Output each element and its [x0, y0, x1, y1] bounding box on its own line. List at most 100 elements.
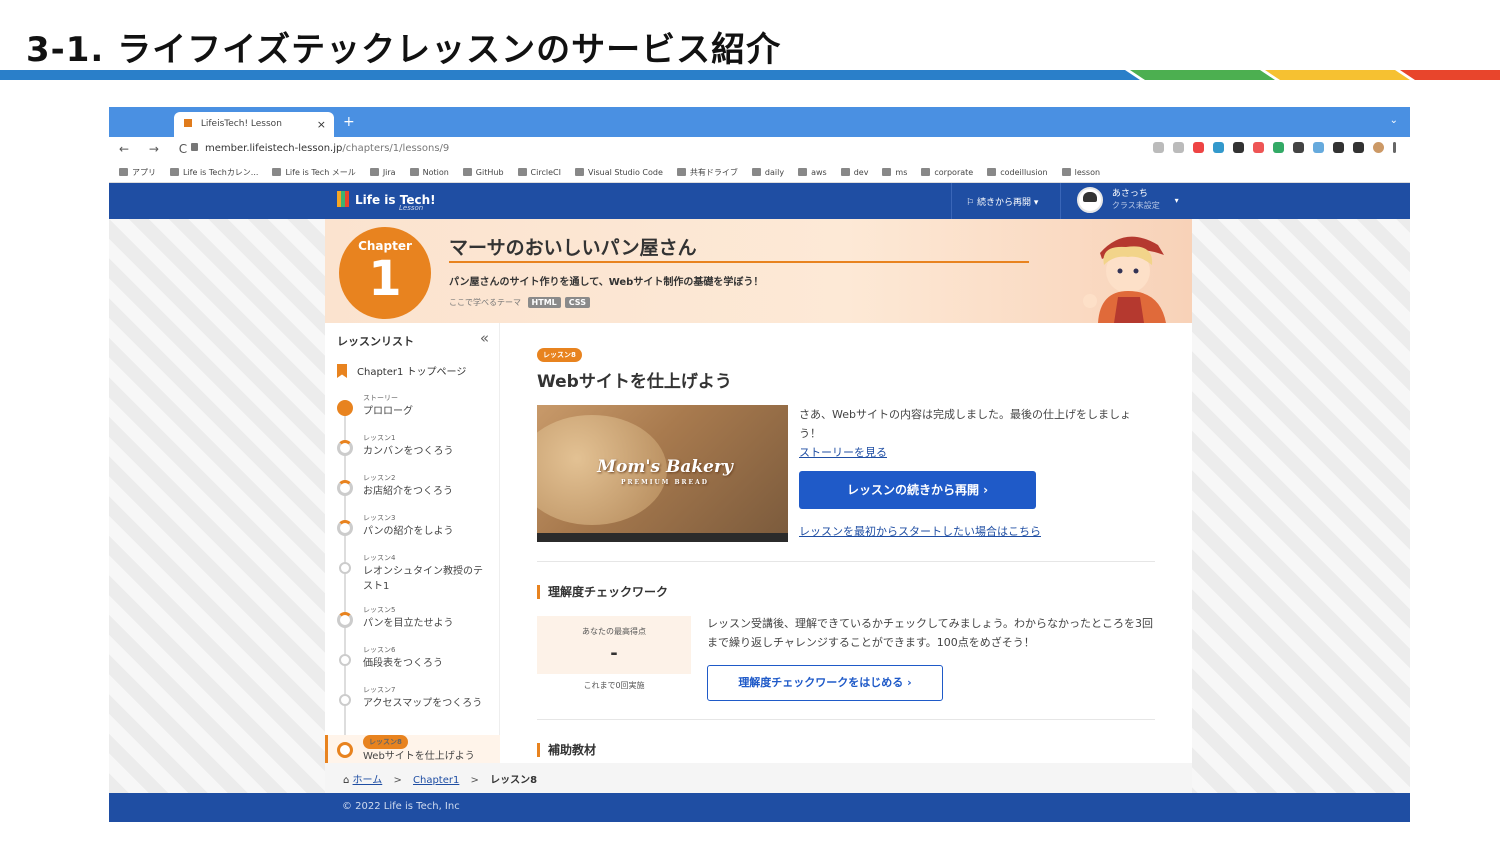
bookmark-item[interactable]: daily: [752, 168, 784, 177]
lesson-list-item[interactable]: レッスン2 お店紹介をつくろう: [325, 473, 500, 509]
bookmark-item[interactable]: 共有ドライブ: [677, 168, 738, 177]
lesson-number: レッスン1: [363, 434, 396, 442]
collapse-icon[interactable]: «: [480, 329, 489, 347]
avatar: [1077, 187, 1103, 213]
sidebar-item-label: Chapter1 トップページ: [357, 367, 467, 378]
extension-icon[interactable]: [1253, 142, 1264, 153]
intro-text: さあ、Webサイトの内容は完成しました。最後の仕上げをしましょう！: [799, 408, 1131, 440]
lesson-list-item[interactable]: レッスン7 アクセスマップをつくろう: [325, 685, 500, 721]
bookmark-item[interactable]: codeillusion: [987, 168, 1047, 177]
bookmark-item[interactable]: Life is Tech メール: [272, 168, 355, 177]
menu-icon[interactable]: [1393, 142, 1396, 153]
lesson-number: レッスン2: [363, 474, 396, 482]
progress-dot-icon: [337, 400, 353, 416]
breadcrumb-sep: >: [393, 775, 402, 786]
restart-lesson-link[interactable]: レッスンを最初からスタートしたい場合はこちら: [799, 523, 1041, 539]
lesson-number: レッスン7: [363, 686, 396, 694]
lesson-name: お店紹介をつくろう: [363, 486, 453, 497]
extension-icon[interactable]: [1293, 142, 1304, 153]
lesson-list-item[interactable]: レッスン4 レオンシュタイン教授のテスト1: [325, 553, 500, 592]
lesson-intro: さあ、Webサイトの内容は完成しました。最後の仕上げをしましょう！ ストーリーを…: [799, 405, 1149, 462]
bookmark-item[interactable]: corporate: [921, 168, 973, 177]
bookmark-item[interactable]: Jira: [370, 168, 396, 177]
extension-icon[interactable]: [1193, 142, 1204, 153]
breadcrumb-home[interactable]: ホーム: [353, 775, 383, 786]
lesson-list-item[interactable]: ストーリー プロローグ: [325, 393, 500, 429]
tag-css: CSS: [564, 297, 590, 308]
story-link[interactable]: ストーリーを見る: [799, 446, 887, 459]
resume-menu[interactable]: ⚐ 続きから再開 ▾: [951, 183, 1061, 219]
lesson-number: レッスン4: [363, 554, 396, 562]
sidebar-heading: レッスンリスト: [337, 335, 414, 348]
bookmark-item[interactable]: Life is Techカレン...: [170, 168, 258, 177]
breadcrumb-sep: >: [470, 775, 479, 786]
site-logo[interactable]: Life is Tech! Lesson: [337, 191, 436, 212]
nav-buttons[interactable]: ← → C: [119, 142, 195, 156]
lesson-list-item[interactable]: レッスン6 価段表をつくろう: [325, 645, 500, 681]
new-tab-button[interactable]: +: [343, 114, 355, 130]
lesson-name: アクセスマップをつくろう: [363, 698, 483, 709]
copyright: © 2022 Life is Tech, Inc: [342, 801, 460, 812]
thumbnail-brand-sub: PREMIUM BREAD: [621, 479, 709, 486]
flag-icon: ⚐: [966, 198, 975, 208]
tab-title: LifeisTech! Lesson: [200, 119, 282, 129]
extension-icon[interactable]: [1273, 142, 1284, 153]
tab-close-icon[interactable]: ×: [317, 118, 326, 131]
bookmark-item[interactable]: GitHub: [463, 168, 504, 177]
chapter-number: 1: [368, 251, 402, 307]
progress-dot-icon: [339, 562, 351, 574]
puzzle-icon[interactable]: [1333, 142, 1344, 153]
star-icon[interactable]: [1173, 142, 1184, 153]
browser-tab[interactable]: LifeisTech! Lesson ×: [174, 112, 334, 137]
bookmark-icon: [337, 364, 347, 378]
bookmark-item[interactable]: ms: [882, 168, 907, 177]
user-menu[interactable]: あさっち クラス未設定 ▾: [1077, 187, 1179, 213]
url-field[interactable]: member.lifeistech-lesson.jp/chapters/1/l…: [205, 143, 449, 154]
start-check-work-button[interactable]: 理解度チェックワークをはじめる ›: [707, 665, 943, 701]
best-score-value: -: [610, 643, 618, 664]
bookmark-item[interactable]: アプリ: [119, 168, 156, 177]
extension-icon[interactable]: [1213, 142, 1224, 153]
bookmarks-bar: アプリ Life is Techカレン... Life is Tech メール Jir…: [109, 161, 1410, 183]
lock-icon[interactable]: [191, 143, 198, 151]
browser-window: LifeisTech! Lesson × + ⌄ ← → C member.li…: [109, 107, 1410, 822]
bookmark-item[interactable]: Notion: [410, 168, 449, 177]
lesson-number: ストーリー: [363, 394, 398, 402]
thumbnail-brand-text: Mom's Bakery: [597, 457, 733, 477]
profile-icon[interactable]: [1373, 142, 1384, 153]
extension-icon[interactable]: [1233, 142, 1244, 153]
lesson-name: パンを目立たせよう: [363, 618, 454, 629]
user-name: あさっち: [1111, 189, 1148, 199]
tag-html: HTML: [527, 297, 561, 308]
breadcrumb-chapter[interactable]: Chapter1: [413, 775, 459, 786]
bookmark-item[interactable]: aws: [798, 168, 827, 177]
bookmark-item[interactable]: Visual Studio Code: [575, 168, 663, 177]
tab-search-icon[interactable]: ⌄: [1390, 115, 1398, 126]
lesson-main: レッスン8 Webサイトを仕上げよう Mom's Bakery PREMIUM B…: [537, 323, 1157, 763]
sidebar-item-chapter-top[interactable]: Chapter1 トップページ: [337, 363, 466, 378]
lesson-title: Webサイトを仕上げよう: [537, 372, 732, 392]
lesson-list-item[interactable]: レッスン8 Webサイトを仕上げよう: [325, 735, 500, 765]
site-header: Life is Tech! Lesson ⚐ 続きから再開 ▾ あさっち クラス未設…: [109, 183, 1410, 219]
share-icon[interactable]: [1153, 142, 1164, 153]
stripe-blue: [0, 70, 1140, 80]
best-score-box: あなたの最高得点 -: [537, 616, 691, 674]
bookmark-item[interactable]: CircleCI: [518, 168, 561, 177]
sidepanel-icon[interactable]: [1353, 142, 1364, 153]
progress-dot-icon: [337, 520, 353, 536]
thumbnail-navstrip: [537, 533, 788, 542]
lesson-list-item[interactable]: レッスン1 カンバンをつくろう: [325, 433, 500, 469]
bookmark-item[interactable]: dev: [841, 168, 869, 177]
content-panel: Chapter 1 マーサのおいしいパン屋さん パン屋さんのサイト作りを通して、…: [325, 219, 1192, 793]
extension-icon[interactable]: [1313, 142, 1324, 153]
lesson-list-item[interactable]: レッスン3 パンの紹介をしよう: [325, 513, 500, 549]
check-work-heading: 理解度チェックワーク: [537, 585, 668, 599]
bookmark-item[interactable]: lesson: [1062, 168, 1100, 177]
lesson-name: 価段表をつくろう: [363, 658, 443, 669]
resume-lesson-button[interactable]: レッスンの続きから再開 ›: [799, 471, 1036, 509]
attempt-count: これまで0回実施: [583, 681, 645, 690]
chapter-hero: Chapter 1 マーサのおいしいパン屋さん パン屋さんのサイト作りを通して、…: [325, 219, 1192, 323]
lesson-list-item[interactable]: レッスン5 パンを目立たせよう: [325, 605, 500, 641]
stripe-green: [1130, 70, 1275, 80]
logo-icon: [337, 191, 349, 207]
